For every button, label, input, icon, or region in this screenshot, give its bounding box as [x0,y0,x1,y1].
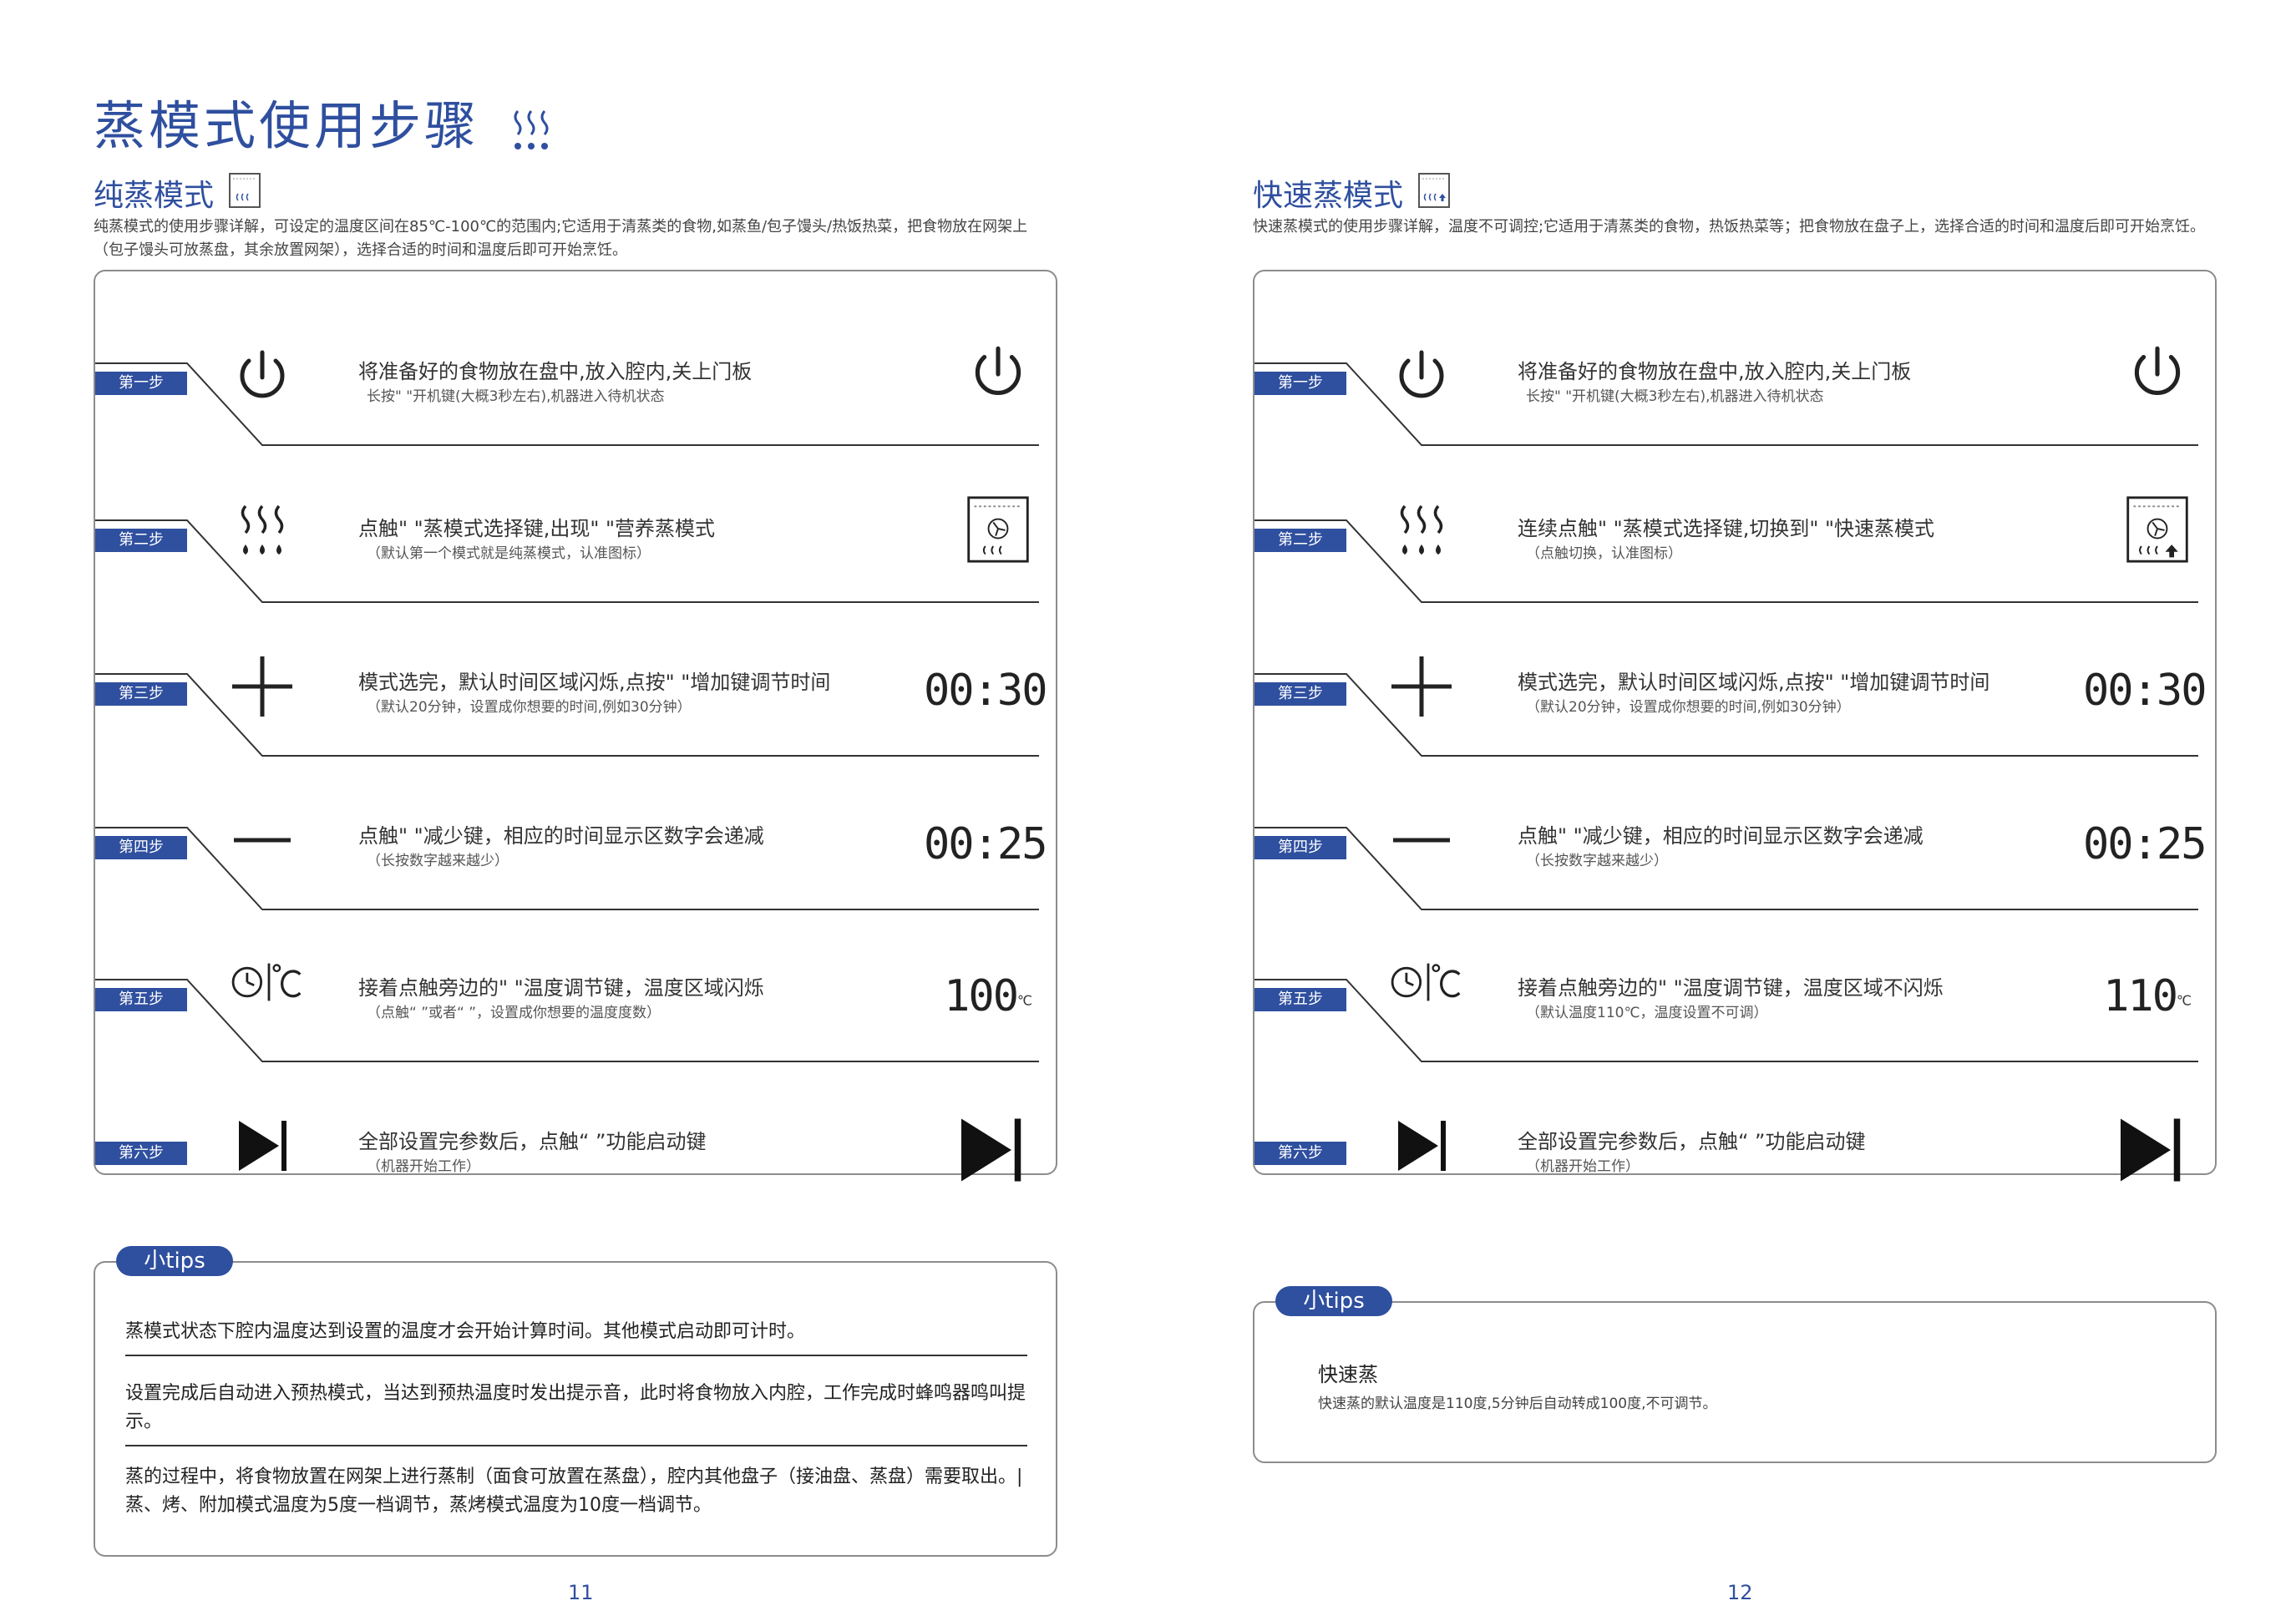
step-badge: 第六步 [95,1142,187,1165]
power-icon [229,342,312,418]
section-title-quick-steam: 快速蒸模式 [1253,171,1451,215]
display-readout: 00:30 [924,649,1048,749]
step-row: 第五步 接着点触旁边的" "温度调节键，温度区域闪烁 （点触“ ”或者“ ”，设置成… [95,921,1056,1071]
quick-steam-mode-icon [2083,495,2192,579]
step-row: 第二步 点触" "蒸模式选择键,出现" "营养蒸模式 （默认第一个模式就是纯蒸模式，… [95,462,1056,612]
step-instruction: 接着点触旁边的" "温度调节键，温度区域不闪烁 [1518,976,1944,1000]
step-note: （默认温度110℃，温度设置不可调） [1526,1005,1768,1021]
step-row: 第一步 将准备好的食物放在盘中,放入腔内,关上门板 长按" "开机键(大概3秒左右)… [1254,305,2215,455]
display-value: 00:30 [924,666,1048,716]
display-readout: 00:25 [2083,803,2207,903]
steps-panel: 第一步 将准备好的食物放在盘中,放入腔内,关上门板 长按" "开机键(大概3秒左右)… [94,270,1057,1182]
step-row: 第三步 模式选完，默认时间区域闪烁,点按" "增加键调节时间 （默认20分钟，设置成… [1254,615,2215,766]
divider [125,1445,1027,1446]
step-instruction: 接着点触旁边的" "温度调节键，温度区域闪烁 [358,976,764,1000]
step-note: （机器开始工作） [1526,1158,1640,1175]
step-badge: 第六步 [1254,1142,1346,1165]
step-row: 第六步 全部设置完参数后，点触“ ”功能启动键 （机器开始工作） [95,1075,1056,1225]
power-icon [2083,338,2192,422]
tips-text: 快速蒸的默认温度是110度,5分钟后自动转成100度,不可调节。 [1318,1396,1717,1412]
pure-steam-mode-icon [229,173,261,208]
display-value: 00:25 [2083,819,2207,869]
step-note: （长按数字越来越少） [1526,853,1668,869]
page-number: 12 [1727,1581,1753,1604]
step-instruction: 点触" "减少键，相应的时间显示区数字会递减 [358,824,764,848]
minus-icon [1388,807,1472,882]
display-value: 100 [944,971,1019,1021]
clock-temp-icon [1388,959,1472,1034]
section-title-pure-steam: 纯蒸模式 [94,171,261,215]
step-instruction: 模式选完，默认时间区域闪烁,点按" "增加键调节时间 [358,671,831,694]
start-icon [1388,1112,1472,1188]
steps-panel: 第一步 将准备好的食物放在盘中,放入腔内,关上门板 长按" "开机键(大概3秒左右)… [1253,270,2217,1182]
steam-icon [229,499,312,575]
step-note: 长按" "开机键(大概3秒左右),机器进入待机状态 [367,388,665,405]
step-instruction: 将准备好的食物放在盘中,放入腔内,关上门板 [1518,360,1912,383]
step-note: （默认20分钟，设置成你想要的时间,例如30分钟） [1526,699,1851,716]
display-unit: ℃ [2177,992,2192,1009]
intro-text: 快速蒸模式的使用步骤详解，温度不可调控;它适用于清蒸类的食物，热饭热菜等；把食物… [1253,218,2206,236]
step-instruction: 将准备好的食物放在盘中,放入腔内,关上门板 [358,360,753,383]
page-number: 11 [568,1581,594,1604]
tips-panel: 小tips 快速蒸 快速蒸的默认温度是110度,5分钟后自动转成100度,不可调… [1253,1286,2217,1463]
page-title: 蒸模式使用步骤 [94,84,558,159]
step-row: 第二步 连续点触" "蒸模式选择键,切换到" "快速蒸模式 （点触切换，认准图标） [1254,462,2215,612]
step-row: 第四步 点触" "减少键，相应的时间显示区数字会递减 （长按数字越来越少） 00:25 [95,769,1056,919]
step-note: （点触切换，认准图标） [1526,545,1682,562]
display-value: 110 [2103,971,2178,1021]
display-value: 00:30 [2083,666,2207,716]
step-note: （默认第一个模式就是纯蒸模式，认准图标） [367,545,651,562]
step-instruction: 模式选完，默认时间区域闪烁,点按" "增加键调节时间 [1518,671,1990,694]
start-icon [924,1108,1032,1192]
display-readout: 00:30 [2083,649,2207,749]
start-icon [229,1112,312,1188]
display-readout: 00:25 [924,803,1048,903]
quick-steam-mode-icon [1418,173,1451,208]
divider [125,1355,1027,1356]
step-row: 第四步 点触" "减少键，相应的时间显示区数字会递减 （长按数字越来越少） 00:25 [1254,769,2215,919]
step-note: （点触“ ”或者“ ”，设置成你想要的温度度数） [367,1005,661,1021]
display-value: 00:25 [924,819,1048,869]
power-icon [1388,342,1472,418]
step-instruction: 点触" "减少键，相应的时间显示区数字会递减 [1518,824,1923,848]
minus-icon [229,807,312,882]
intro-text: 纯蒸模式的使用步骤详解，可设定的温度区间在85℃-100℃的范围内;它适用于清蒸… [94,218,1028,259]
step-row: 第五步 接着点触旁边的" "温度调节键，温度区域不闪烁 （默认温度110℃，温度设置… [1254,921,2215,1071]
tips-label: 小tips [116,1246,233,1276]
pure-steam-mode-icon [924,495,1032,579]
step-instruction: 全部设置完参数后，点触“ ”功能启动键 [1518,1130,1866,1153]
tips-label: 小tips [1275,1286,1392,1316]
display-readout: 110℃ [2083,955,2192,1055]
steam-icon [514,109,549,149]
step-note: （机器开始工作） [367,1158,480,1175]
steam-icon [1388,499,1472,575]
step-instruction: 连续点触" "蒸模式选择键,切换到" "快速蒸模式 [1518,517,1935,540]
plus-icon [229,653,312,728]
clock-temp-icon [229,959,312,1034]
step-note: （默认20分钟，设置成你想要的时间,例如30分钟） [367,699,692,716]
step-instruction: 点触" "蒸模式选择键,出现" "营养蒸模式 [358,517,716,540]
step-row: 第一步 将准备好的食物放在盘中,放入腔内,关上门板 长按" "开机键(大概3秒左右)… [95,305,1056,455]
plus-icon [1388,653,1472,728]
tip-item: 蒸的过程中，将食物放置在网架上进行蒸制（面食可放置在蒸盘），腔内其他盘子（接油盘… [125,1466,1023,1516]
tips-panel: 小tips 蒸模式状态下腔内温度达到设置的温度才会开始计算时间。其他模式启动即可… [94,1246,1057,1557]
tip-item: 蒸模式状态下腔内温度达到设置的温度才会开始计算时间。其他模式启动即可计时。 [125,1321,806,1342]
display-readout: 100℃ [924,955,1032,1055]
step-note: 长按" "开机键(大概3秒左右),机器进入待机状态 [1526,388,1824,405]
step-instruction: 全部设置完参数后，点触“ ”功能启动键 [358,1130,707,1153]
tip-item: 设置完成后自动进入预热模式，当达到预热温度时发出提示音，此时将食物放入内腔，工作… [125,1383,1026,1432]
step-note: （长按数字越来越少） [367,853,509,869]
display-unit: ℃ [1017,992,1032,1009]
step-row: 第六步 全部设置完参数后，点触“ ”功能启动键 （机器开始工作） [1254,1075,2215,1225]
start-icon [2083,1108,2192,1192]
step-row: 第三步 模式选完，默认时间区域闪烁,点按" "增加键调节时间 （默认20分钟，设置成… [95,615,1056,766]
power-icon [924,338,1032,422]
tips-title: 快速蒸 [1318,1363,1378,1386]
